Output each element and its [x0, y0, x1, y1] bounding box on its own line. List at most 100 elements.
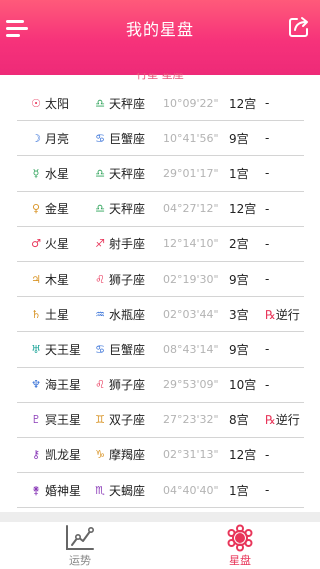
- sign-name: 天秤座: [109, 96, 146, 111]
- planet-name: 太阳: [45, 96, 70, 111]
- retrograde-text: -: [265, 236, 270, 251]
- tab-fortune[interactable]: 运势: [0, 522, 160, 569]
- house-value: 2宫: [229, 237, 249, 252]
- planet-cell: ⚷ 凯龙星: [29, 438, 81, 472]
- sign-name: 天秤座: [109, 166, 146, 181]
- sign-name: 天秤座: [109, 202, 146, 217]
- degree-value: 04°40'40": [163, 483, 219, 497]
- planet-glyph-icon: ☽: [31, 131, 41, 145]
- planet-glyph-icon: ♇: [31, 413, 41, 427]
- sign-cell: ♊ 双子座: [93, 403, 145, 437]
- zodiac-glyph-icon: ♏: [95, 483, 105, 497]
- planet-glyph-icon: ♄: [31, 307, 41, 321]
- house-value: 12宫: [229, 448, 257, 463]
- retrograde-status: -: [265, 156, 269, 190]
- table-row: ⚵ 婚神星 ♏ 天蝎座 04°40'40" 1宫 -: [17, 473, 304, 509]
- planet-name: 金星: [45, 202, 70, 217]
- planet-glyph-icon: ♃: [31, 272, 41, 286]
- retrograde-text: ℞逆行: [265, 307, 300, 322]
- planet-name: 凯龙星: [45, 448, 82, 463]
- planet-cell: ♅ 天王星: [29, 332, 81, 366]
- table-row: ♇ 冥王星 ♊ 双子座 27°23'32" 8宫 ℞逆行: [17, 403, 304, 438]
- planet-glyph-icon: ♆: [31, 378, 41, 392]
- table-row: ☉ 太阳 ♎ 天秤座 10°09'22" 12宫 -: [17, 86, 304, 122]
- sign-name: 天蝎座: [109, 483, 146, 498]
- sign-name: 巨蟹座: [109, 131, 146, 146]
- retrograde-text: -: [265, 483, 270, 498]
- degree-value: 29°01'17": [163, 166, 219, 180]
- zodiac-glyph-icon: ♑: [95, 448, 105, 462]
- planet-cell: ♆ 海王星: [29, 368, 81, 402]
- degree-value: 12°14'10": [163, 237, 219, 251]
- degree-value: 10°09'22": [163, 96, 219, 110]
- house-value: 9宫: [229, 272, 249, 287]
- retrograde-status: -: [265, 262, 269, 296]
- zodiac-glyph-icon: ♌: [95, 378, 105, 392]
- planet-name: 海王星: [45, 378, 82, 393]
- planet-name: 火星: [45, 237, 70, 252]
- planet-cell: ☽ 月亮: [29, 121, 69, 155]
- app-header: 我的星盘: [0, 0, 320, 75]
- tab-astro-chart[interactable]: 星盘: [160, 522, 320, 569]
- planet-glyph-icon: ☉: [31, 96, 41, 110]
- planet-glyph-icon: ♀: [31, 202, 41, 216]
- retrograde-text: -: [265, 272, 270, 287]
- sign-name: 射手座: [109, 237, 146, 252]
- zodiac-glyph-icon: ♋: [95, 342, 105, 356]
- retrograde-text: -: [265, 201, 270, 216]
- house-value: 12宫: [229, 202, 257, 217]
- house-value: 8宫: [229, 413, 249, 428]
- table-row: ♅ 天王星 ♋ 巨蟹座 08°43'14" 9宫 -: [17, 332, 304, 368]
- sign-cell: ♌ 狮子座: [93, 368, 145, 402]
- page-title: 我的星盘: [125, 20, 194, 39]
- table-row: ♄ 土星 ♒ 水瓶座 02°03'44" 3宫 ℞逆行: [17, 297, 304, 333]
- table-row: ☽ 月亮 ♋ 巨蟹座 10°41'56" 9宫 -: [17, 121, 304, 157]
- degree-value: 02°19'30": [163, 272, 219, 286]
- degree-value: 04°27'12": [163, 202, 219, 216]
- house-value: 9宫: [229, 342, 249, 357]
- sign-cell: ♌ 狮子座: [93, 262, 145, 296]
- retrograde-status: -: [265, 227, 269, 261]
- degree-value: 02°31'13": [163, 448, 219, 462]
- retrograde-status: -: [265, 121, 269, 155]
- planet-table: ☉ 太阳 ♎ 天秤座 10°09'22" 12宫 - ☽ 月亮 ♋ 巨蟹座 10°41'56" 9宫 - ☿…: [17, 86, 304, 509]
- retrograde-status: ℞逆行: [265, 297, 300, 331]
- planet-glyph-icon: ♂: [31, 237, 41, 251]
- retrograde-text: ℞逆行: [265, 413, 300, 428]
- table-header-cutoff: 行星 星座: [136, 73, 184, 81]
- retrograde-status: -: [265, 332, 269, 366]
- retrograde-text: -: [265, 131, 270, 146]
- retrograde-status: ℞逆行: [265, 403, 300, 437]
- zodiac-glyph-icon: ♒: [95, 307, 105, 321]
- share-icon[interactable]: [286, 14, 312, 40]
- zodiac-glyph-icon: ♊: [95, 413, 105, 427]
- planet-cell: ☉ 太阳: [29, 86, 69, 120]
- planet-name: 天王星: [45, 342, 82, 357]
- planet-cell: ♇ 冥王星: [29, 403, 81, 437]
- table-row: ♀ 金星 ♎ 天秤座 04°27'12" 12宫 -: [17, 192, 304, 227]
- planet-name: 婚神星: [45, 483, 82, 498]
- retrograde-status: -: [265, 192, 269, 226]
- degree-value: 29°53'09": [163, 378, 219, 392]
- house-value: 1宫: [229, 166, 249, 181]
- planet-name: 月亮: [45, 131, 70, 146]
- sign-cell: ♎ 天秤座: [93, 156, 145, 190]
- zodiac-glyph-icon: ♌: [95, 272, 105, 286]
- divider: [0, 512, 320, 522]
- tab-fortune-label: 运势: [69, 554, 91, 567]
- retrograde-status: -: [265, 473, 269, 507]
- tab-astro-chart-label: 星盘: [229, 554, 251, 567]
- sign-name: 狮子座: [109, 272, 146, 287]
- planet-cell: ♂ 火星: [29, 227, 69, 261]
- sign-name: 狮子座: [109, 378, 146, 393]
- sign-cell: ♋ 巨蟹座: [93, 332, 145, 366]
- retrograde-text: -: [265, 96, 270, 111]
- planet-glyph-icon: ☿: [32, 166, 40, 180]
- sign-cell: ♏ 天蝎座: [93, 473, 145, 507]
- planet-cell: ☿ 水星: [29, 156, 69, 190]
- planet-name: 木星: [45, 272, 70, 287]
- sign-name: 双子座: [109, 413, 146, 428]
- planet-glyph-icon: ⚵: [31, 483, 41, 497]
- zodiac-glyph-icon: ♎: [95, 166, 105, 180]
- planet-cell: ♃ 木星: [29, 262, 69, 296]
